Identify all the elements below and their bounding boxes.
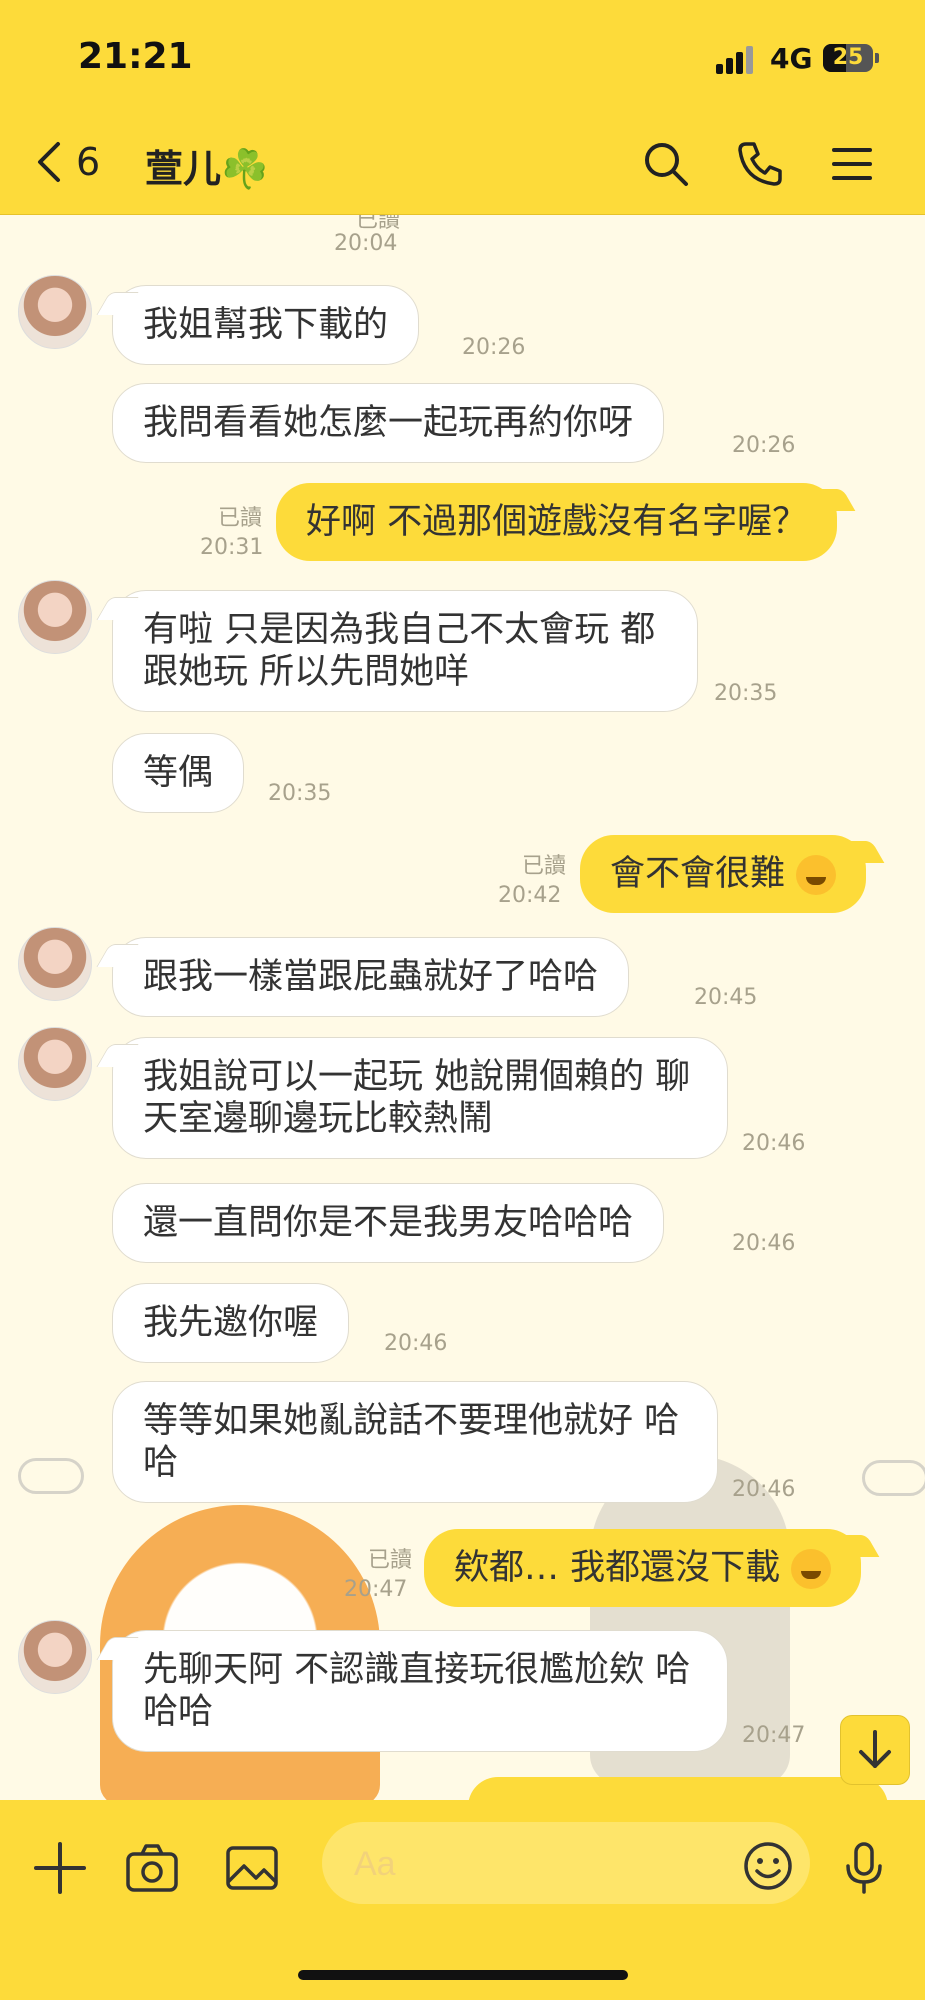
status-time: 21:21 [78,36,193,77]
microphone-icon[interactable] [836,1840,892,1896]
incoming-message[interactable]: 跟我一樣當跟屁蟲就好了哈哈 [112,937,630,1017]
message-time: 20:31 [200,535,264,560]
read-receipt: 已讀 [367,1548,412,1573]
message-input[interactable] [322,1822,810,1906]
message-time: 20:26 [732,433,796,458]
avatar[interactable] [18,275,92,349]
home-indicator[interactable] [298,1970,628,1980]
cloud-decoration [862,1460,925,1496]
chat-scroll-area[interactable]: 已讀 20:04 我姐幫我下載的 20:26 我問看看她怎麼一起玩再約你呀 20… [0,215,925,1800]
outgoing-message-text: 會不會很難 [610,854,786,894]
contact-name[interactable]: 萱儿☘️ [145,138,268,193]
outgoing-message[interactable] [468,1777,888,1800]
outgoing-message-text: 欸都… 我都還沒下載 [454,1548,781,1588]
menu-icon[interactable] [828,140,876,188]
message-time: 20:46 [732,1231,796,1256]
signal-icon [716,44,758,74]
cloud-decoration [18,1458,84,1494]
search-icon[interactable] [642,140,690,188]
incoming-message[interactable]: 等偶 [112,733,245,813]
message-time: 20:35 [714,681,778,706]
battery-icon: 25 [823,44,879,72]
incoming-message[interactable]: 有啦 只是因為我自己不太會玩 都跟她玩 所以先問她咩 [112,590,698,712]
incoming-message[interactable]: 我姐幫我下載的 [112,285,420,365]
network-type: 4G [770,42,813,75]
laughing-emoji-icon [796,855,837,895]
battery-level: 25 [832,45,864,70]
camera-icon[interactable] [124,1840,180,1896]
read-receipt: 已讀 [217,506,262,531]
incoming-message[interactable]: 我問看看她怎麼一起玩再約你呀 [112,383,665,463]
avatar[interactable] [18,1027,92,1101]
arrow-down-icon[interactable] [840,1715,910,1785]
message-time: 20:26 [462,335,526,360]
plus-icon[interactable] [32,1840,88,1896]
status-bar: 21:21 4G 25 [0,0,925,110]
incoming-message[interactable]: 等等如果她亂說話不要理他就好 哈哈 [112,1381,718,1503]
smiley-icon[interactable] [740,1838,796,1894]
chat-header: 6 萱儿☘️ [0,110,925,215]
message-time: 20:47 [344,1577,408,1602]
outgoing-message[interactable]: 會不會很難 [580,835,867,913]
message-time: 20:46 [384,1331,448,1356]
outgoing-message[interactable]: 好啊 不過那個遊戲沒有名字喔？ [276,483,838,561]
message-time: 20:47 [742,1723,806,1748]
message-text-field[interactable] [352,1822,716,1906]
avatar[interactable] [18,580,92,654]
message-time: 20:35 [268,781,332,806]
incoming-message[interactable]: 我先邀你喔 [112,1283,350,1363]
avatar[interactable] [18,927,92,1001]
image-icon[interactable] [224,1840,280,1896]
incoming-message[interactable]: 我姐說可以一起玩 她說開個賴的 聊天室邊聊邊玩比較熱鬧 [112,1037,728,1159]
phone-icon[interactable] [736,140,784,188]
message-input-bar [0,1800,925,2000]
unread-count[interactable]: 6 [76,140,100,184]
chevron-left-icon[interactable] [30,138,70,186]
incoming-message[interactable]: 先聊天阿 不認識直接玩很尷尬欸 哈哈哈 [112,1630,728,1752]
incoming-message[interactable]: 還一直問你是不是我男友哈哈哈 [112,1183,665,1263]
message-time: 20:45 [694,985,758,1010]
sweat-smile-emoji-icon [791,1549,832,1589]
message-time: 20:04 [334,231,398,256]
message-time: 20:46 [742,1131,806,1156]
read-receipt: 已讀 [521,854,566,879]
avatar[interactable] [18,1620,92,1694]
outgoing-message[interactable]: 欸都… 我都還沒下載 [424,1529,862,1607]
message-time: 20:46 [732,1477,796,1502]
message-time: 20:42 [498,883,562,908]
